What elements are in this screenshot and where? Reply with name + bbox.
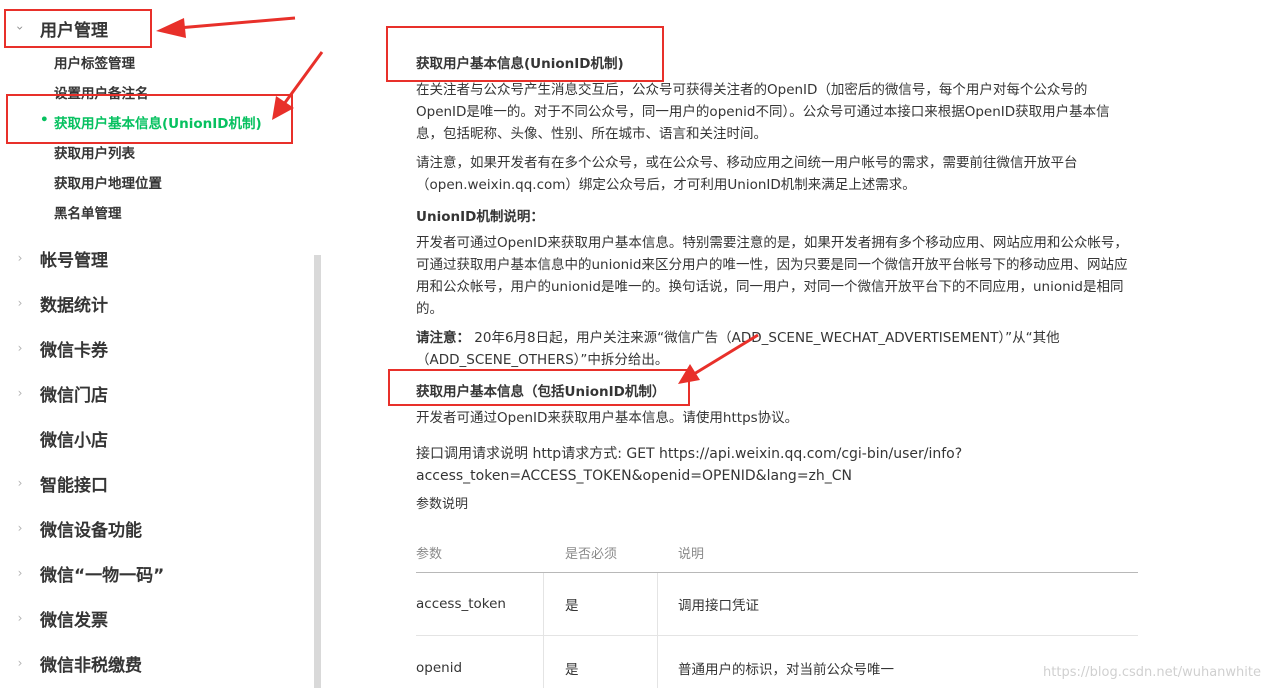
sidebar-item-user-list[interactable]: 获取用户列表 [54, 142, 135, 162]
sidebar-section-label: 微信小店 [40, 430, 108, 451]
paragraph-open-platform-note: 请注意，如果开发者有在多个公众号，或在公众号、移动应用之间统一用户帐号的需求，需… [416, 155, 1078, 193]
note-label: 请注意： [416, 330, 470, 346]
table-header-row: 参数 是否必须 说明 [416, 532, 1138, 573]
sidebar-section-invoice[interactable]: › 微信发票 [0, 606, 108, 631]
table-header-param: 参数 [416, 546, 443, 562]
sidebar-section-shop[interactable]: › 微信小店 [0, 426, 108, 451]
chevron-right-icon: › [17, 566, 23, 580]
annotation-box-title-unionid [386, 26, 664, 82]
sidebar-item-user-location[interactable]: 获取用户地理位置 [54, 172, 162, 192]
sidebar-section-stores[interactable]: › 微信门店 [0, 381, 108, 406]
table-row: openid 是 普通用户的标识，对当前公众号唯一 [416, 636, 1138, 688]
annotation-box-user-management [4, 9, 152, 48]
sidebar-section-label: 微信门店 [40, 385, 108, 406]
sidebar-section-label: 微信设备功能 [40, 520, 142, 541]
table-cell-required: 是 [544, 636, 658, 688]
chevron-right-icon: › [17, 251, 23, 265]
params-label: 参数说明 [416, 497, 469, 512]
unionid-heading: UnionID机制说明： [416, 209, 544, 225]
sidebar-scrollbar[interactable] [314, 255, 321, 688]
paragraph-ad-source-note: 请注意： 20年6月8日起，用户关注来源“微信广告（ADD_SCENE_WECH… [416, 327, 1128, 371]
sidebar-section-account[interactable]: › 帐号管理 [0, 246, 108, 271]
chevron-right-icon: › [17, 341, 23, 355]
table-cell-desc: 普通用户的标识，对当前公众号唯一 [678, 661, 894, 678]
doc-content: 获取用户基本信息(UnionID机制) 在关注者与公众号产生消息交互后，公众号可… [390, 0, 1270, 688]
paragraph-request-url: 接口调用请求说明 http请求方式: GET https://api.weixi… [416, 446, 963, 484]
chevron-right-icon: › [17, 656, 23, 670]
sidebar-section-devices[interactable]: › 微信设备功能 [0, 516, 142, 541]
table-cell-desc: 调用接口凭证 [678, 598, 759, 614]
sidebar-section-one-code[interactable]: › 微信“一物一码” [0, 561, 165, 586]
sidebar-section-label: 微信“一物一码” [40, 565, 165, 586]
chevron-right-icon: › [17, 386, 23, 400]
paragraph-https-note: 开发者可通过OpenID来获取用户基本信息。请使用https协议。 [416, 410, 799, 426]
watermark-url: https://blog.csdn.net/wuhanwhite [1043, 665, 1261, 680]
chevron-right-icon: › [17, 611, 23, 625]
sidebar-section-label: 智能接口 [40, 475, 108, 496]
sidebar-section-label: 帐号管理 [40, 250, 108, 271]
sidebar-section-smart-api[interactable]: › 智能接口 [0, 471, 108, 496]
sidebar-section-statistics[interactable]: › 数据统计 [0, 291, 108, 316]
paragraph-unionid-explain: 开发者可通过OpenID来获取用户基本信息。特别需要注意的是，如果开发者拥有多个… [416, 235, 1128, 317]
annotation-box-active-item [6, 94, 293, 144]
table-cell-param: openid [416, 636, 544, 688]
paragraph-openid-intro: 在关注者与公众号产生消息交互后，公众号可获得关注者的OpenID（加密后的微信号… [416, 82, 1110, 142]
sidebar-item-blacklist[interactable]: 黑名单管理 [54, 202, 122, 222]
note-text: 20年6月8日起，用户关注来源“微信广告（ADD_SCENE_WECHAT_AD… [416, 330, 1060, 368]
sidebar-section-cards[interactable]: › 微信卡券 [0, 336, 108, 361]
table-header-required: 是否必须 [565, 546, 618, 562]
table-row: access_token 是 调用接口凭证 [416, 573, 1138, 636]
chevron-right-icon: › [17, 476, 23, 490]
table-cell-param: access_token [416, 573, 544, 635]
sidebar-section-label: 微信卡券 [40, 340, 108, 361]
table-cell-required: 是 [544, 573, 658, 635]
sidebar-section-nontax[interactable]: › 微信非税缴费 [0, 651, 142, 676]
annotation-box-title-user-info [388, 369, 690, 406]
chevron-right-icon: › [17, 296, 23, 310]
sidebar-item-user-tags[interactable]: 用户标签管理 [54, 52, 135, 72]
sidebar-section-label: 微信发票 [40, 610, 108, 631]
chevron-right-icon: › [17, 521, 23, 535]
table-header-desc: 说明 [678, 546, 705, 562]
sidebar-section-label: 微信非税缴费 [40, 655, 142, 676]
sidebar-section-label: 数据统计 [40, 295, 108, 316]
